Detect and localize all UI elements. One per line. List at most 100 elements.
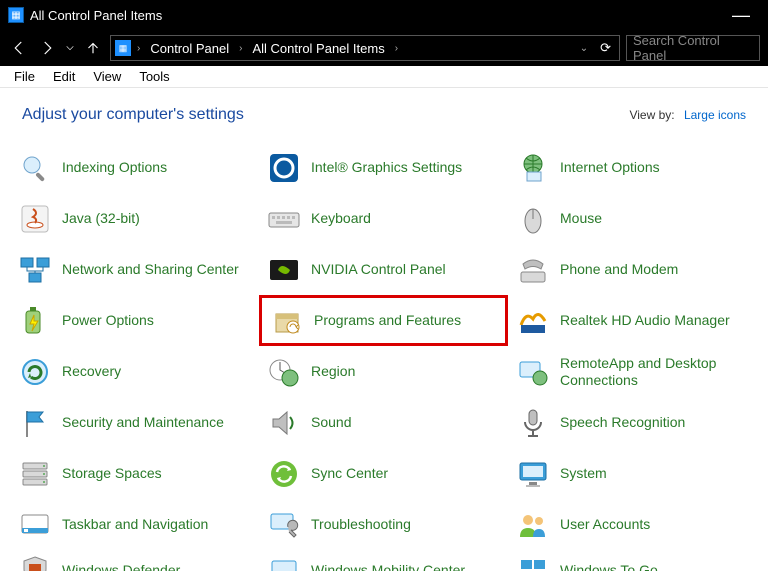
- item-keyboard[interactable]: Keyboard: [259, 193, 508, 244]
- mouse-icon: [516, 202, 550, 236]
- item-nvidia[interactable]: NVIDIA Control Panel: [259, 244, 508, 295]
- minimize-button[interactable]: —: [722, 5, 760, 26]
- nvidia-icon: [267, 253, 301, 287]
- drives-icon: [18, 457, 52, 491]
- phone-icon: [516, 253, 550, 287]
- recovery-icon: [18, 355, 52, 389]
- item-windows-mobility[interactable]: Windows Mobility Center: [259, 550, 508, 571]
- page-heading: Adjust your computer's settings: [22, 106, 244, 124]
- item-indexing-options[interactable]: Indexing Options: [10, 142, 259, 193]
- item-label: Keyboard: [311, 210, 371, 227]
- search-placeholder: Search Control Panel: [633, 33, 753, 63]
- item-label: NVIDIA Control Panel: [311, 261, 446, 278]
- item-storage-spaces[interactable]: Storage Spaces: [10, 448, 259, 499]
- intel-icon: [267, 151, 301, 185]
- search-input[interactable]: Search Control Panel: [626, 35, 760, 61]
- item-user-accounts[interactable]: User Accounts: [508, 499, 757, 550]
- item-label: Recovery: [62, 363, 121, 380]
- item-programs-features[interactable]: Programs and Features: [259, 295, 508, 346]
- item-troubleshooting[interactable]: Troubleshooting: [259, 499, 508, 550]
- item-label: Windows To Go: [560, 562, 658, 571]
- item-region[interactable]: Region: [259, 346, 508, 397]
- breadcrumb-root[interactable]: Control Panel: [146, 41, 233, 56]
- item-windows-defender[interactable]: Windows Defender: [10, 550, 259, 571]
- troubleshoot-icon: [267, 508, 301, 542]
- item-network-sharing[interactable]: Network and Sharing Center: [10, 244, 259, 295]
- menu-tools[interactable]: Tools: [131, 67, 177, 86]
- back-button[interactable]: [8, 37, 30, 59]
- menu-edit[interactable]: Edit: [45, 67, 83, 86]
- item-recovery[interactable]: Recovery: [10, 346, 259, 397]
- remote-icon: [516, 355, 550, 389]
- magnifier-icon: [18, 151, 52, 185]
- shield-icon: [18, 553, 52, 571]
- item-system[interactable]: System: [508, 448, 757, 499]
- item-label: User Accounts: [560, 516, 650, 533]
- item-label: Windows Mobility Center: [311, 562, 465, 571]
- network-icon: [18, 253, 52, 287]
- viewby-label: View by:: [629, 108, 674, 122]
- item-label: Troubleshooting: [311, 516, 411, 533]
- item-label: RemoteApp and Desktop Connections: [560, 355, 749, 389]
- forward-button[interactable]: [36, 37, 58, 59]
- chevron-icon: ›: [393, 43, 400, 54]
- control-panel-items: Indexing Options Intel® Graphics Setting…: [0, 136, 768, 571]
- item-label: Sync Center: [311, 465, 388, 482]
- location-icon: ▦: [115, 40, 131, 56]
- item-label: Indexing Options: [62, 159, 167, 176]
- item-label: System: [560, 465, 607, 482]
- realtek-icon: [516, 304, 550, 338]
- item-label: Sound: [311, 414, 351, 431]
- item-java[interactable]: Java (32-bit): [10, 193, 259, 244]
- up-button[interactable]: [82, 37, 104, 59]
- sync-icon: [267, 457, 301, 491]
- recent-locations-button[interactable]: [64, 37, 76, 59]
- keyboard-icon: [267, 202, 301, 236]
- menu-bar: File Edit View Tools: [0, 66, 768, 88]
- item-label: Power Options: [62, 312, 154, 329]
- item-label: Mouse: [560, 210, 602, 227]
- item-label: Windows Defender: [62, 562, 180, 571]
- flag-icon: [18, 406, 52, 440]
- item-label: Storage Spaces: [62, 465, 162, 482]
- navigation-bar: ▦ › Control Panel › All Control Panel It…: [0, 30, 768, 66]
- item-label: Realtek HD Audio Manager: [560, 312, 730, 329]
- taskbar-icon: [18, 508, 52, 542]
- item-internet-options[interactable]: Internet Options: [508, 142, 757, 193]
- title-bar: ▦ All Control Panel Items —: [0, 0, 768, 30]
- item-phone-modem[interactable]: Phone and Modem: [508, 244, 757, 295]
- monitor-icon: [516, 457, 550, 491]
- viewby-dropdown[interactable]: Large icons: [684, 108, 746, 122]
- address-bar[interactable]: ▦ › Control Panel › All Control Panel It…: [110, 35, 620, 61]
- item-sync-center[interactable]: Sync Center: [259, 448, 508, 499]
- item-label: Java (32-bit): [62, 210, 140, 227]
- chevron-icon: ›: [135, 43, 142, 54]
- item-remoteapp[interactable]: RemoteApp and Desktop Connections: [508, 346, 757, 397]
- speaker-icon: [267, 406, 301, 440]
- item-security-maintenance[interactable]: Security and Maintenance: [10, 397, 259, 448]
- item-label: Region: [311, 363, 355, 380]
- item-label: Phone and Modem: [560, 261, 678, 278]
- address-dropdown-button[interactable]: ⌄: [576, 43, 592, 54]
- java-icon: [18, 202, 52, 236]
- app-icon: ▦: [8, 7, 24, 23]
- menu-view[interactable]: View: [85, 67, 129, 86]
- refresh-button[interactable]: ⟳: [596, 40, 615, 56]
- item-taskbar-navigation[interactable]: Taskbar and Navigation: [10, 499, 259, 550]
- item-sound[interactable]: Sound: [259, 397, 508, 448]
- breadcrumb-current[interactable]: All Control Panel Items: [248, 41, 388, 56]
- item-speech-recognition[interactable]: Speech Recognition: [508, 397, 757, 448]
- item-label: Taskbar and Navigation: [62, 516, 208, 533]
- clock-globe-icon: [267, 355, 301, 389]
- item-realtek-audio[interactable]: Realtek HD Audio Manager: [508, 295, 757, 346]
- power-icon: [18, 304, 52, 338]
- item-label: Network and Sharing Center: [62, 261, 239, 278]
- microphone-icon: [516, 406, 550, 440]
- item-mouse[interactable]: Mouse: [508, 193, 757, 244]
- item-windows-to-go[interactable]: Windows To Go: [508, 550, 757, 571]
- windows-icon: [516, 553, 550, 571]
- menu-file[interactable]: File: [6, 67, 43, 86]
- item-power-options[interactable]: Power Options: [10, 295, 259, 346]
- mobility-icon: [267, 553, 301, 571]
- item-intel-graphics[interactable]: Intel® Graphics Settings: [259, 142, 508, 193]
